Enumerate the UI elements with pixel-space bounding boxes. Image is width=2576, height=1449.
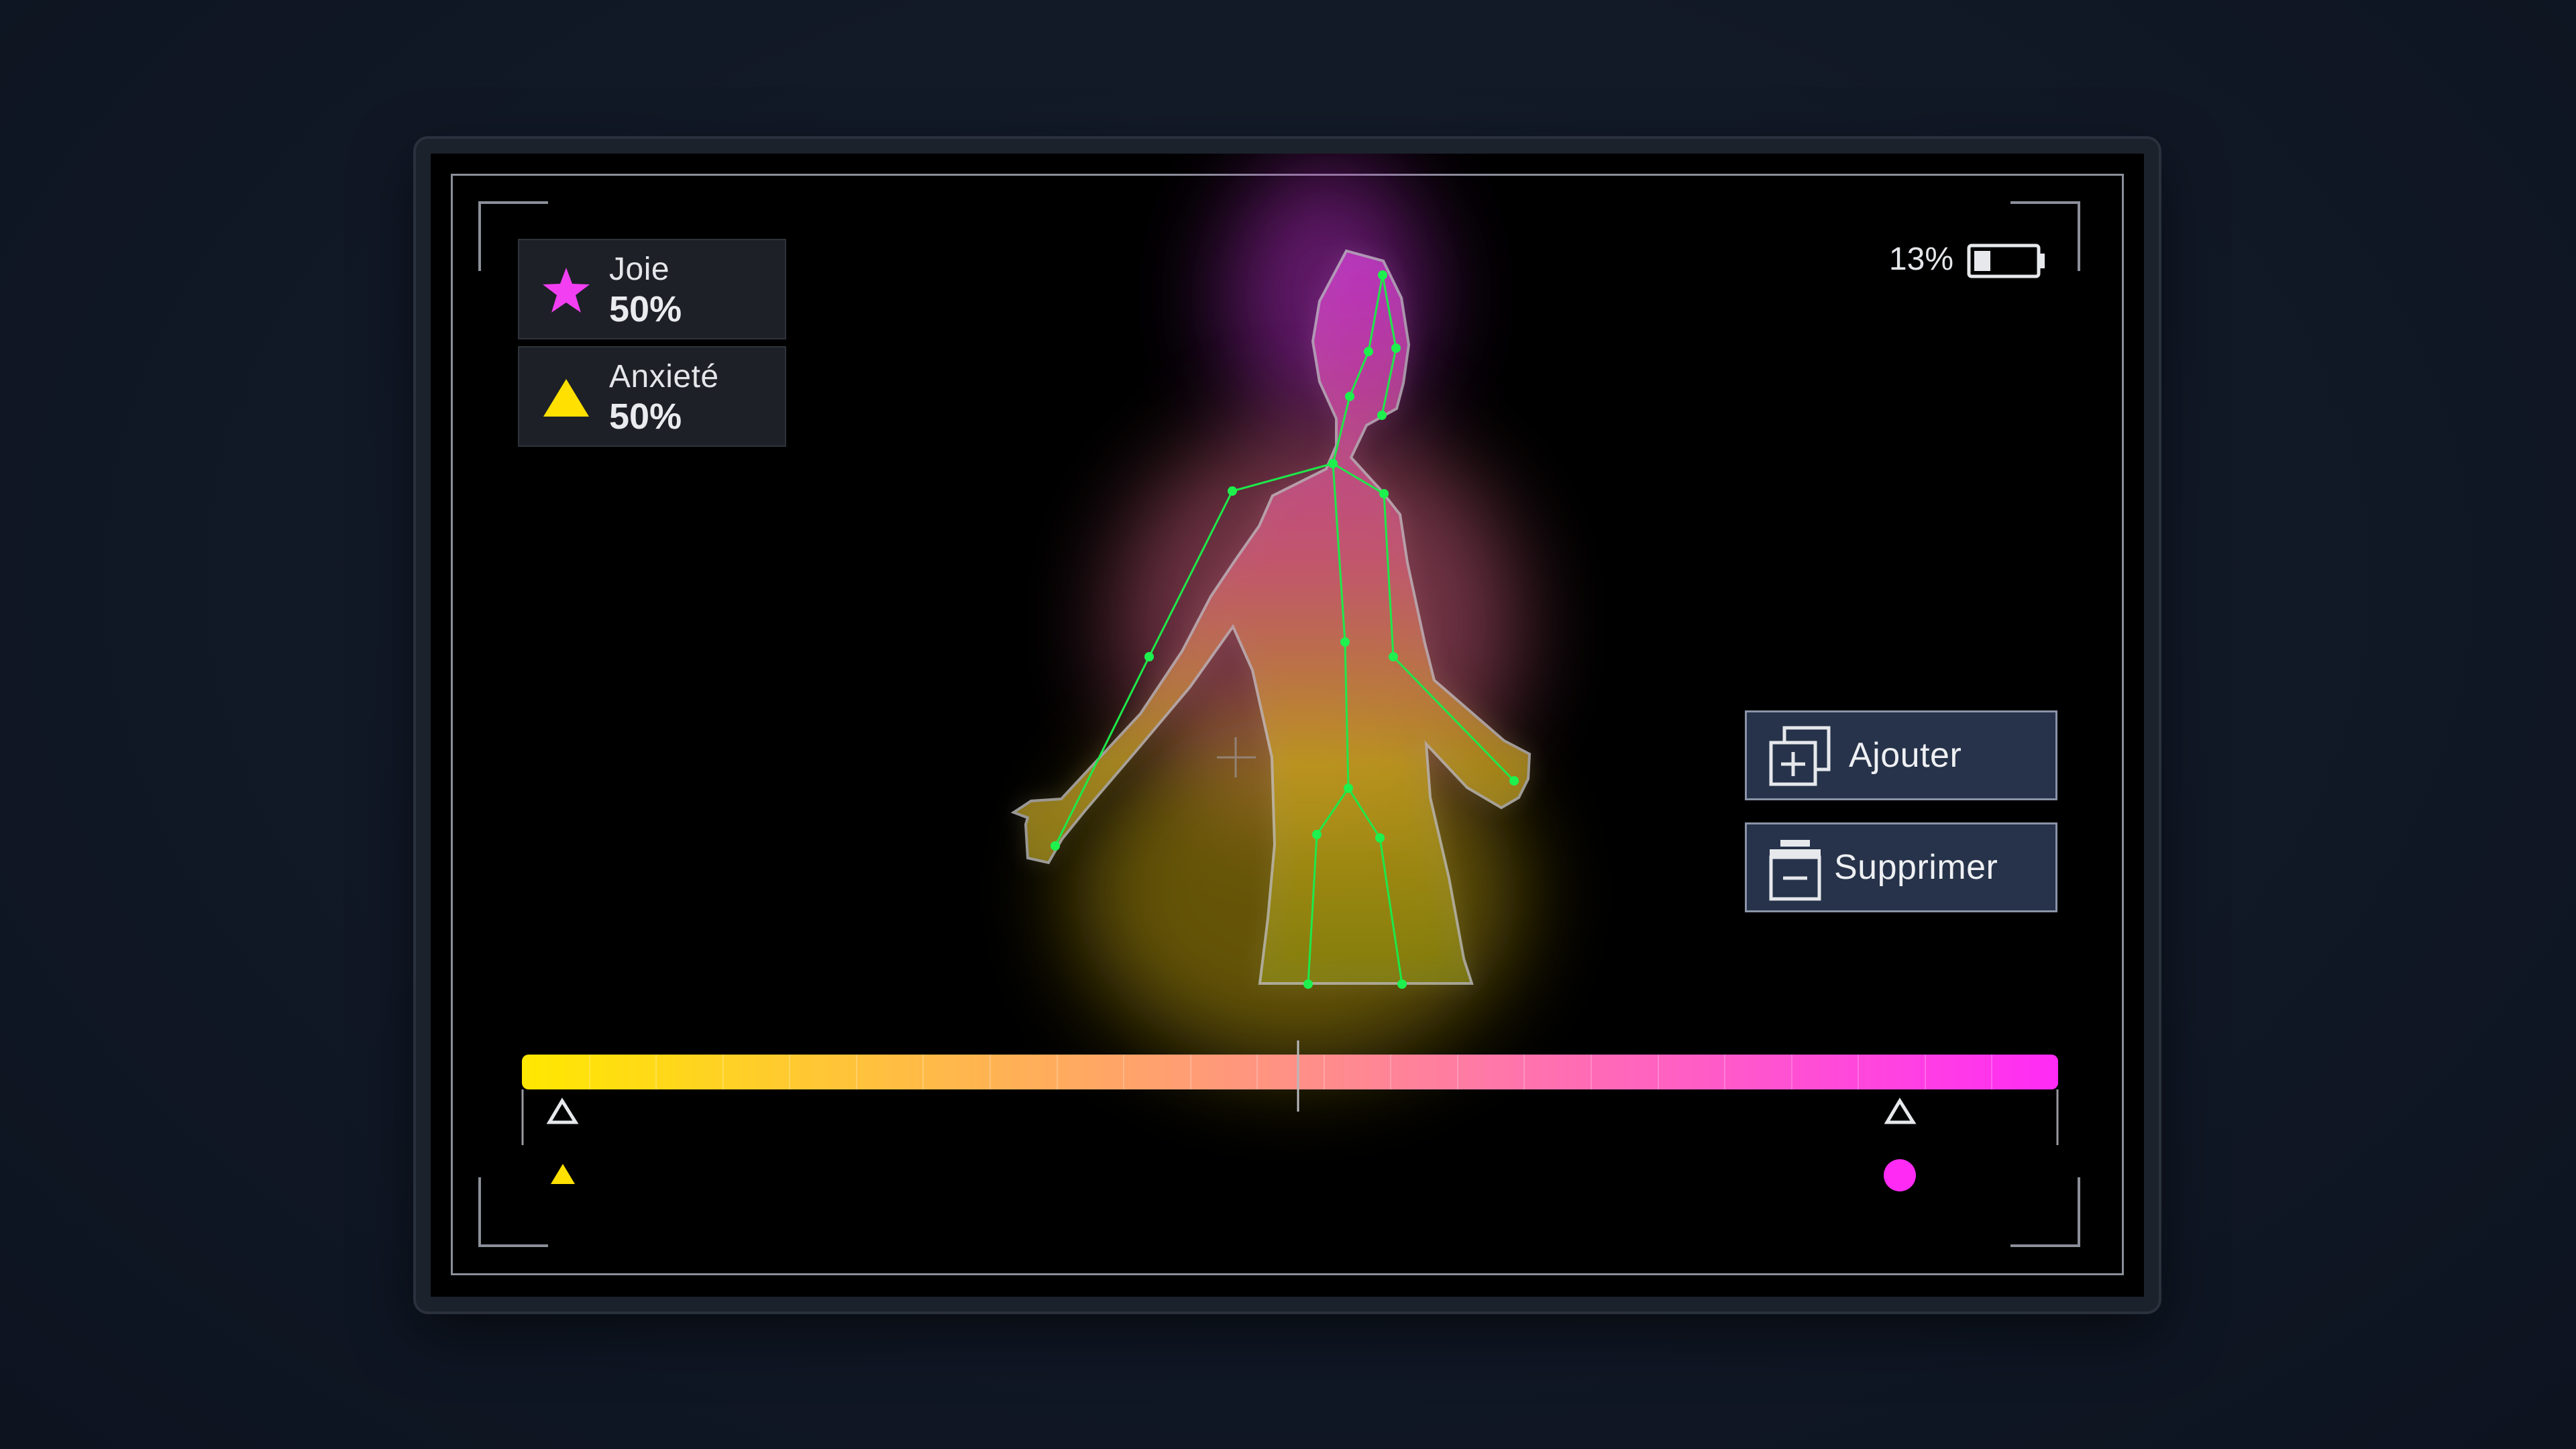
scale-segment-divider: [1858, 1055, 1859, 1089]
battery-percent: 13%: [1888, 241, 1953, 277]
scale-segment-divider: [922, 1055, 924, 1089]
add-button-label: Ajouter: [1849, 736, 1962, 775]
scale-segment-divider: [1190, 1055, 1191, 1089]
star-icon: [543, 268, 590, 313]
emotion-value: 50%: [609, 396, 682, 437]
emotion-scale-bar[interactable]: [522, 1055, 2058, 1089]
scale-segment-divider: [1390, 1055, 1391, 1089]
delete-button-label: Supprimer: [1834, 848, 1998, 887]
emotion-label: Anxieté: [609, 359, 719, 394]
scale-segment-divider: [722, 1055, 724, 1089]
scale-segment-divider: [1457, 1055, 1458, 1089]
battery-icon: [1967, 244, 2045, 278]
scale-segment-divider: [1991, 1055, 1992, 1089]
scale-segment-divider: [856, 1055, 857, 1089]
triangle-icon: [543, 379, 589, 417]
delete-button[interactable]: Supprimer: [1745, 822, 2057, 912]
scale-segment-divider: [989, 1055, 991, 1089]
device-frame: Joie 50% Anxieté 50% 13% Ajouter Supprim…: [416, 139, 2159, 1311]
scale-segment-divider: [789, 1055, 790, 1089]
scale-segment-divider: [1324, 1055, 1325, 1089]
emotion-label: Joie: [609, 252, 670, 287]
add-layer-icon: [1769, 726, 1831, 786]
scale-segment-divider: [655, 1055, 657, 1089]
emotion-card-anxiety: Anxieté 50%: [518, 346, 786, 447]
scale-segment-divider: [1523, 1055, 1525, 1089]
scale-segment-divider: [589, 1055, 590, 1089]
scale-segment-divider: [1591, 1055, 1592, 1089]
add-button[interactable]: Ajouter: [1745, 710, 2057, 800]
scale-segment-divider: [1925, 1055, 1926, 1089]
scale-segment-divider: [1724, 1055, 1725, 1089]
scale-segment-divider: [1057, 1055, 1058, 1089]
emotion-card-joy: Joie 50%: [518, 239, 786, 339]
scale-segment-divider: [1791, 1055, 1792, 1089]
camera-screen: Joie 50% Anxieté 50% 13% Ajouter Supprim…: [431, 154, 2144, 1297]
emotion-value: 50%: [609, 289, 682, 329]
scale-segment-divider: [1123, 1055, 1124, 1089]
trash-icon: [1769, 840, 1821, 901]
scale-segment-divider: [1256, 1055, 1258, 1089]
scale-segment-divider: [1658, 1055, 1659, 1089]
battery-level-fill: [1974, 251, 1990, 271]
